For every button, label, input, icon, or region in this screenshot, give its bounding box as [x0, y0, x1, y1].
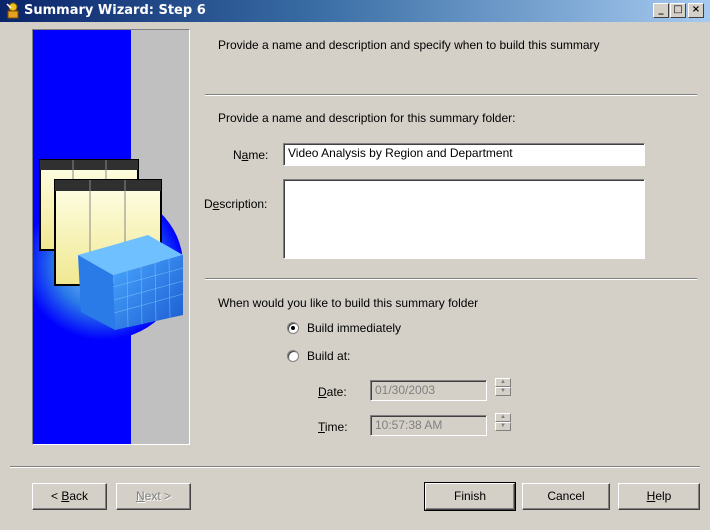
build-at-radio[interactable]: [287, 350, 299, 362]
separator-middle: [205, 278, 697, 280]
date-label: Date:: [318, 385, 347, 399]
name-section-heading: Provide a name and description for this …: [218, 111, 516, 125]
step-instruction: Provide a name and description and speci…: [218, 38, 600, 52]
cancel-button[interactable]: Cancel: [522, 483, 610, 510]
minimize-button[interactable]: _: [653, 3, 669, 18]
time-spin-up-icon[interactable]: ▲: [495, 413, 511, 422]
close-button[interactable]: ×: [688, 3, 704, 18]
separator-bottom: [10, 466, 700, 468]
help-button[interactable]: Help: [618, 483, 700, 510]
wizard-graphic: [32, 29, 190, 445]
date-spin-up-icon[interactable]: ▲: [495, 378, 511, 387]
date-spinner[interactable]: ▲ ▼: [495, 378, 511, 396]
build-question: When would you like to build this summar…: [218, 296, 479, 310]
separator-top: [205, 94, 697, 96]
wizard-icon: [6, 2, 19, 19]
finish-button[interactable]: Finish: [424, 482, 516, 511]
time-spin-down-icon[interactable]: ▼: [495, 422, 511, 431]
build-at-label[interactable]: Build at:: [307, 349, 350, 363]
build-immediately-label[interactable]: Build immediately: [307, 321, 401, 335]
window-title: Summary Wizard: Step 6: [24, 3, 206, 18]
time-label: Time:: [318, 420, 348, 434]
back-button[interactable]: < Back: [32, 483, 107, 510]
name-input[interactable]: Video Analysis by Region and Department: [283, 143, 645, 166]
name-label: Name:: [233, 148, 269, 162]
next-button[interactable]: Next >: [116, 483, 191, 510]
time-input[interactable]: 10:57:38 AM: [370, 415, 487, 436]
description-label: Description:: [204, 197, 268, 211]
title-bar: Summary Wizard: Step 6 _ □ ×: [0, 0, 710, 22]
description-textarea[interactable]: [283, 179, 645, 259]
time-spinner[interactable]: ▲ ▼: [495, 413, 511, 431]
date-spin-down-icon[interactable]: ▼: [495, 387, 511, 396]
summary-cube-illustration: [33, 30, 189, 444]
maximize-button[interactable]: □: [670, 3, 686, 18]
build-immediately-radio[interactable]: [287, 322, 299, 334]
date-input[interactable]: 01/30/2003: [370, 380, 487, 401]
